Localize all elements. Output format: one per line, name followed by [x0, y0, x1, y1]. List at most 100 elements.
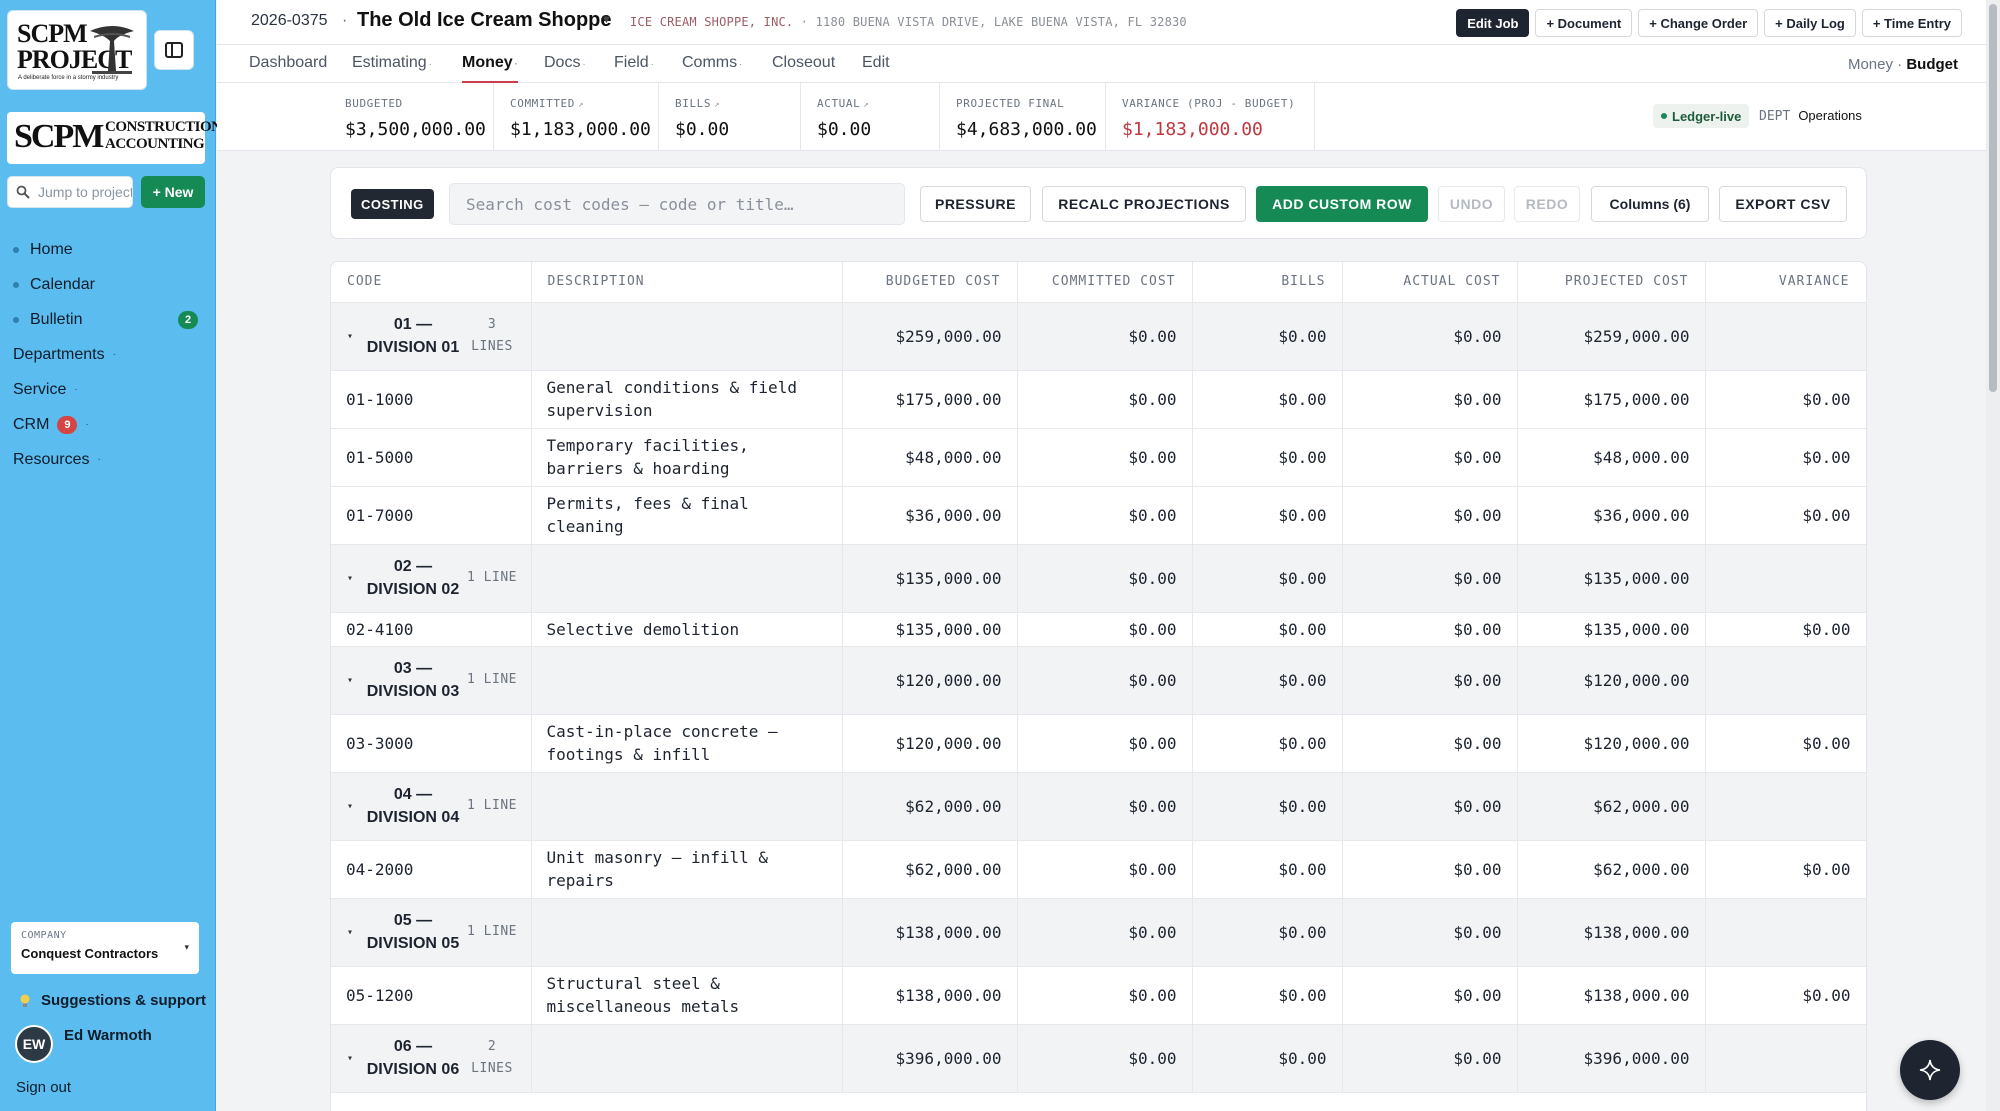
- columns-button[interactable]: Columns (6): [1591, 186, 1709, 222]
- division-group-row[interactable]: ▾ 04 — DIVISION 04 1 LINE $62,000.00 $0.00 $0…: [331, 772, 1866, 841]
- caret-down-icon[interactable]: ▾: [347, 795, 361, 818]
- budgeted-cell[interactable]: $175,000.00: [842, 370, 1018, 429]
- description-cell[interactable]: Selective demolition: [531, 612, 843, 647]
- col-header-description[interactable]: DESCRIPTION: [531, 262, 843, 303]
- caret-down-icon[interactable]: ▾: [347, 1047, 361, 1070]
- budgeted-cell[interactable]: $48,000.00: [842, 428, 1018, 487]
- col-header-budgeted[interactable]: BUDGETED COST: [842, 262, 1018, 303]
- caret-down-icon[interactable]: ▾: [347, 921, 361, 944]
- description-cell[interactable]: Cast-in-place concrete — footings & infi…: [531, 714, 843, 773]
- add-change-order-button[interactable]: + Change Order: [1638, 9, 1759, 37]
- add-time-entry-button[interactable]: + Time Entry: [1861, 9, 1962, 37]
- tab-money[interactable]: Money ·: [462, 54, 518, 83]
- division-code-cell[interactable]: ▾ 04 — DIVISION 04 1 LINE: [331, 772, 532, 841]
- sidebar-item-home[interactable]: Home: [0, 232, 216, 267]
- division-group-row[interactable]: ▾ 01 — DIVISION 01 3 LINES $259,000.00 $0.00…: [331, 302, 1866, 371]
- jump-to-project-input[interactable]: Jump to project: [7, 176, 133, 208]
- add-daily-log-button[interactable]: + Daily Log: [1764, 9, 1856, 37]
- col-header-variance[interactable]: VARIANCE: [1705, 262, 1866, 303]
- tab-estimating[interactable]: Estimating ·: [352, 54, 432, 83]
- page-scrollbar[interactable]: [1986, 0, 2000, 1111]
- table-row[interactable]: 01-5000 Temporary facilities, barriers & …: [331, 428, 1866, 487]
- new-button[interactable]: + New: [141, 176, 205, 208]
- undo-button[interactable]: UNDO: [1438, 186, 1505, 222]
- budgeted-cell[interactable]: $62,000.00: [842, 772, 1018, 841]
- division-code-cell[interactable]: ▾ 01 — DIVISION 01 3 LINES: [331, 302, 532, 371]
- sign-out-link[interactable]: Sign out: [16, 1079, 71, 1096]
- tab-field[interactable]: Field ·: [614, 54, 654, 83]
- kpi-actual[interactable]: ACTUAL ↗ $0.00: [801, 83, 940, 151]
- add-custom-row-button[interactable]: ADD CUSTOM ROW: [1256, 186, 1428, 222]
- sidebar-item-departments[interactable]: Departments ·: [0, 337, 216, 372]
- edit-job-button[interactable]: Edit Job: [1456, 9, 1530, 37]
- table-row[interactable]: 01-7000 Permits, fees & final cleaning $36…: [331, 486, 1866, 545]
- division-group-row[interactable]: ▾ 06 — DIVISION 06 2 LINES $396,000.00 $0.00…: [331, 1024, 1866, 1093]
- division-group-row[interactable]: ▾ 02 — DIVISION 02 1 LINE $135,000.00 $0.00 $…: [331, 544, 1866, 613]
- budgeted-cell[interactable]: $396,000.00: [842, 1024, 1018, 1093]
- caret-down-icon[interactable]: ▾: [347, 669, 361, 692]
- budgeted-cell[interactable]: $138,000.00: [842, 966, 1018, 1025]
- division-code-cell[interactable]: ▾ 05 — DIVISION 05 1 LINE: [331, 898, 532, 967]
- budgeted-cell[interactable]: $259,000.00: [842, 302, 1018, 371]
- description-cell[interactable]: Permits, fees & final cleaning: [531, 486, 843, 545]
- table-row[interactable]: 01-1000 General conditions & field superv…: [331, 370, 1866, 429]
- description-cell[interactable]: Unit masonry — infill & repairs: [531, 840, 843, 899]
- export-csv-button[interactable]: EXPORT CSV: [1719, 186, 1847, 222]
- kpi-bills[interactable]: BILLS ↗ $0.00: [659, 83, 801, 151]
- col-header-code[interactable]: CODE: [331, 262, 532, 303]
- table-row[interactable]: 02-4100 Selective demolition $135,000.00 $0…: [331, 612, 1866, 647]
- budgeted-cell[interactable]: $135,000.00: [842, 544, 1018, 613]
- sidebar-item-calendar[interactable]: Calendar: [0, 267, 216, 302]
- scrollbar-thumb[interactable]: [1989, 4, 1997, 392]
- description-cell[interactable]: General conditions & field supervision: [531, 370, 843, 429]
- job-title[interactable]: The Old Ice Cream Shoppe: [357, 9, 612, 32]
- col-header-projected[interactable]: PROJECTED COST: [1517, 262, 1706, 303]
- sidebar-item-crm[interactable]: CRM 9 ·: [0, 407, 216, 442]
- caret-down-icon[interactable]: ▾: [347, 567, 361, 590]
- division-code-cell[interactable]: ▾ 06 — DIVISION 06 2 LINES: [331, 1024, 532, 1093]
- tab-dashboard[interactable]: Dashboard: [249, 54, 327, 83]
- division-code-cell[interactable]: ▾ 02 — DIVISION 02 1 LINE: [331, 544, 532, 613]
- budgeted-cell[interactable]: $138,000.00: [842, 898, 1018, 967]
- sidebar-item-bulletin[interactable]: Bulletin 2: [0, 302, 216, 337]
- division-group-row[interactable]: ▾ 05 — DIVISION 05 1 LINE $138,000.00 $0.00 $…: [331, 898, 1866, 967]
- pressure-button[interactable]: PRESSURE: [920, 186, 1031, 222]
- costing-mode-pill[interactable]: COSTING: [351, 189, 434, 219]
- scpm-accounting-logo[interactable]: SCPM CONSTRUCTION ACCOUNTING: [7, 112, 222, 164]
- add-document-button[interactable]: + Document: [1535, 9, 1633, 37]
- sidebar-item-resources[interactable]: Resources ·: [0, 442, 216, 477]
- table-row[interactable]: 04-2000 Unit masonry — infill & repairs $6…: [331, 840, 1866, 899]
- description-cell[interactable]: Temporary facilities, barriers & hoardin…: [531, 428, 843, 487]
- col-header-bills[interactable]: BILLS: [1192, 262, 1343, 303]
- breadcrumb-parent[interactable]: Money: [1848, 56, 1893, 73]
- tab-edit[interactable]: Edit: [862, 54, 890, 83]
- budgeted-cell[interactable]: $120,000.00: [842, 714, 1018, 773]
- caret-down-icon[interactable]: ▾: [347, 325, 361, 348]
- tab-comms[interactable]: Comms ·: [682, 54, 742, 83]
- cost-code-search-input[interactable]: Search cost codes — code or title…: [449, 183, 905, 225]
- description-cell[interactable]: Structural steel & miscellaneous metals: [531, 966, 843, 1025]
- kpi-committed[interactable]: COMMITTED ↗ $1,183,000.00: [494, 83, 659, 151]
- assistant-button[interactable]: [1900, 1040, 1960, 1100]
- tab-docs[interactable]: Docs ·: [544, 54, 585, 83]
- user-avatar[interactable]: EW: [15, 1025, 53, 1063]
- tab-closeout[interactable]: Closeout: [772, 54, 835, 83]
- company-selector[interactable]: COMPANY Conquest Contractors ▾: [11, 922, 199, 974]
- table-row[interactable]: 05-1200 Structural steel & miscellaneous …: [331, 966, 1866, 1025]
- sidebar-toggle-button[interactable]: [154, 30, 194, 70]
- budgeted-cell[interactable]: $36,000.00: [842, 486, 1018, 545]
- col-header-actual[interactable]: ACTUAL COST: [1342, 262, 1518, 303]
- budgeted-cell[interactable]: $62,000.00: [842, 840, 1018, 899]
- col-header-committed[interactable]: COMMITTED COST: [1017, 262, 1193, 303]
- job-switcher-caret-icon[interactable]: ▼: [601, 14, 612, 26]
- sidebar-item-service[interactable]: Service ·: [0, 372, 216, 407]
- suggestions-support-link[interactable]: Suggestions & support: [20, 992, 206, 1009]
- redo-button[interactable]: REDO: [1514, 186, 1580, 222]
- division-group-row[interactable]: ▾ 03 — DIVISION 03 1 LINE $120,000.00 $0.00 $…: [331, 646, 1866, 715]
- scpm-project-logo[interactable]: SCPM PROJECT A deliberate force in a sto…: [7, 10, 147, 90]
- budgeted-cell[interactable]: $135,000.00: [842, 612, 1018, 647]
- recalc-projections-button[interactable]: RECALC PROJECTIONS: [1042, 186, 1246, 222]
- budgeted-cell[interactable]: $120,000.00: [842, 646, 1018, 715]
- table-row[interactable]: 03-3000 Cast-in-place concrete — footings…: [331, 714, 1866, 773]
- division-code-cell[interactable]: ▾ 03 — DIVISION 03 1 LINE: [331, 646, 532, 715]
